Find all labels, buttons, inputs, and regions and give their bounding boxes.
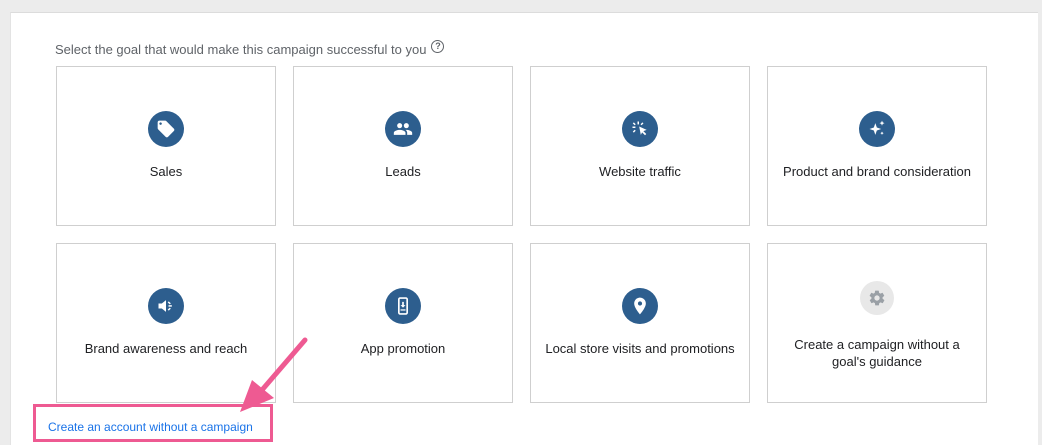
gear-icon <box>860 281 894 315</box>
goal-card-app-promotion[interactable]: App promotion <box>293 243 513 403</box>
goal-label: Product and brand consideration <box>783 164 971 179</box>
location-pin-icon <box>622 288 658 324</box>
goal-card-local-store-visits[interactable]: Local store visits and promotions <box>530 243 750 403</box>
goal-card-sales[interactable]: Sales <box>56 66 276 226</box>
goal-card-website-traffic[interactable]: Website traffic <box>530 66 750 226</box>
megaphone-icon <box>148 288 184 324</box>
sparkle-icon <box>859 111 895 147</box>
goal-prompt: Select the goal that would make this cam… <box>55 40 445 57</box>
people-icon <box>385 111 421 147</box>
tag-icon <box>148 111 184 147</box>
goal-label: Website traffic <box>599 164 681 179</box>
goal-label: Brand awareness and reach <box>84 341 248 356</box>
help-icon[interactable]: ? <box>431 40 445 53</box>
phone-download-icon <box>385 288 421 324</box>
goal-label: Local store visits and promotions <box>545 341 735 356</box>
goal-card-leads[interactable]: Leads <box>293 66 513 226</box>
create-account-without-campaign-link[interactable]: Create an account without a campaign <box>48 420 253 434</box>
goal-label: App promotion <box>360 341 446 356</box>
goal-label: Sales <box>149 164 183 179</box>
goal-card-brand-awareness[interactable]: Brand awareness and reach <box>56 243 276 403</box>
goal-label: Create a campaign without a goal's guida… <box>794 337 960 369</box>
cursor-click-icon <box>622 111 658 147</box>
goal-prompt-text: Select the goal that would make this cam… <box>55 42 427 57</box>
goal-label: Leads <box>385 164 421 179</box>
goal-card-product-brand-consideration[interactable]: Product and brand consideration <box>767 66 987 226</box>
goal-card-no-goal-guidance[interactable]: Create a campaign without a goal's guida… <box>767 243 987 403</box>
